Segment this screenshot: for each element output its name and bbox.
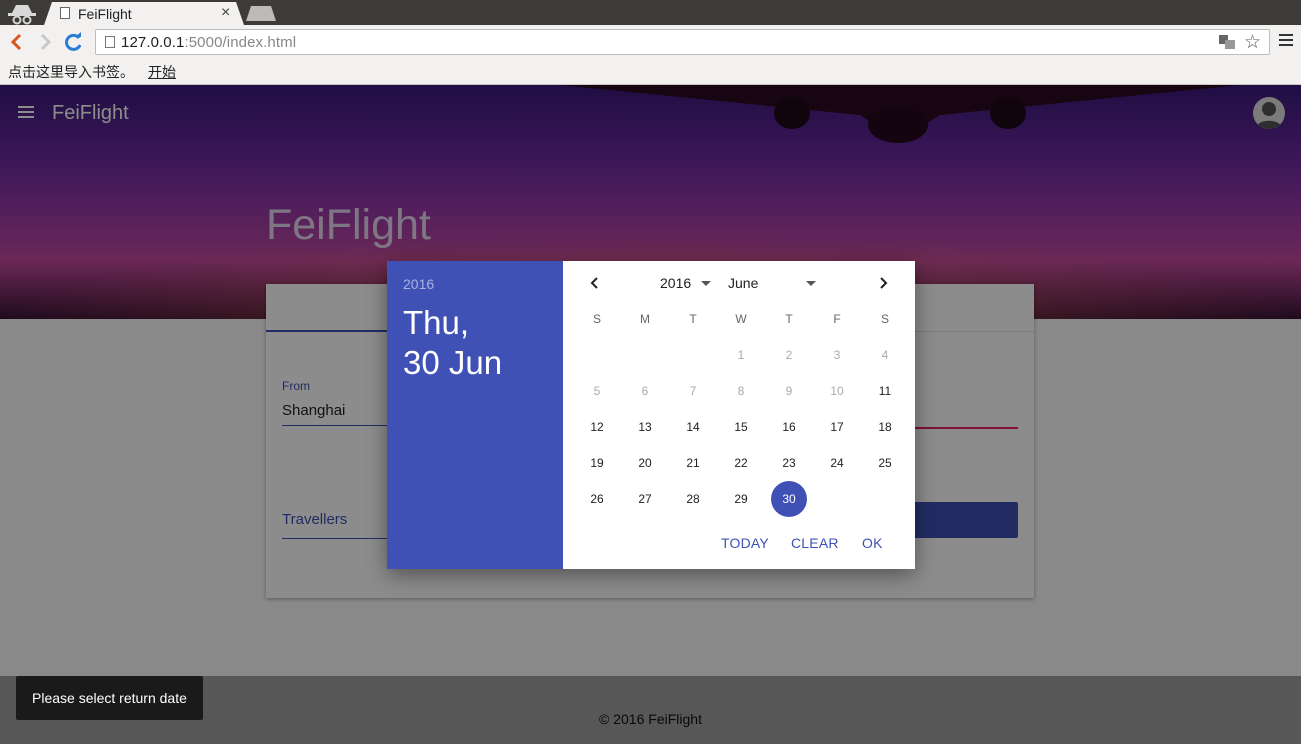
prev-month-icon[interactable]: [587, 273, 603, 293]
calendar-day: 5: [593, 384, 601, 398]
header-year[interactable]: 2016: [403, 276, 434, 292]
browser-toolbar: 127.0.0.1:5000/index.html ☆: [0, 25, 1301, 59]
forward-button[interactable]: [35, 31, 57, 53]
incognito-icon: [8, 5, 36, 25]
calendar-day[interactable]: 27: [627, 481, 663, 517]
calendar: 2016 June TODAY CLEAR OK SMTWTFS12345678…: [563, 261, 915, 569]
calendar-day[interactable]: 25: [867, 445, 903, 481]
clear-button[interactable]: CLEAR: [791, 535, 839, 551]
bookmark-star-icon[interactable]: ☆: [1244, 31, 1261, 54]
calendar-day: 1: [737, 348, 745, 362]
bookmark-start-link[interactable]: 开始: [148, 62, 176, 82]
calendar-day[interactable]: 21: [675, 445, 711, 481]
calendar-day[interactable]: 11: [867, 373, 903, 409]
calendar-day: 3: [833, 348, 841, 362]
date-picker-dialog: 2016 Thu, 30 Jun 2016 June TODAY CLEAR O…: [387, 261, 915, 569]
snackbar: Please select return date: [16, 676, 203, 720]
year-select[interactable]: 2016: [660, 275, 691, 291]
next-month-icon[interactable]: [875, 273, 891, 293]
calendar-day[interactable]: 14: [675, 409, 711, 445]
calendar-day: 8: [737, 384, 745, 398]
year-dropdown-icon[interactable]: [701, 281, 711, 286]
month-dropdown-icon[interactable]: [806, 281, 816, 286]
calendar-day[interactable]: 15: [723, 409, 759, 445]
snackbar-message: Please select return date: [32, 690, 187, 706]
calendar-day: 7: [689, 384, 697, 398]
ok-button[interactable]: OK: [862, 535, 883, 551]
calendar-day: 9: [785, 384, 793, 398]
calendar-day[interactable]: 28: [675, 481, 711, 517]
calendar-day[interactable]: 26: [579, 481, 615, 517]
browser-titlebar: FeiFlight ×: [0, 0, 1301, 25]
calendar-day[interactable]: 19: [579, 445, 615, 481]
calendar-day: 4: [881, 348, 889, 362]
calendar-day[interactable]: 30: [771, 481, 807, 517]
url-text[interactable]: 127.0.0.1:5000/index.html: [121, 34, 296, 51]
weekday-label: S: [592, 312, 601, 326]
bookmark-bar: 点击这里导入书签。 开始: [0, 59, 1301, 85]
tab-close-icon[interactable]: ×: [221, 4, 230, 22]
calendar-day[interactable]: 22: [723, 445, 759, 481]
address-bar[interactable]: 127.0.0.1:5000/index.html ☆: [95, 29, 1270, 55]
calendar-day[interactable]: 16: [771, 409, 807, 445]
weekday-label: F: [833, 312, 841, 326]
browser-tab[interactable]: FeiFlight ×: [44, 2, 244, 25]
back-arrow-icon: [10, 33, 22, 51]
new-tab-button[interactable]: [246, 6, 276, 21]
calendar-day[interactable]: 17: [819, 409, 855, 445]
weekday-label: T: [785, 312, 793, 326]
month-select[interactable]: June: [728, 275, 758, 291]
page-icon: [105, 36, 115, 48]
calendar-day[interactable]: 20: [627, 445, 663, 481]
calendar-day[interactable]: 24: [819, 445, 855, 481]
calendar-day: 10: [830, 384, 844, 398]
url-host: 127.0.0.1: [121, 34, 185, 51]
weekday-label: T: [689, 312, 697, 326]
header-weekday: Thu,: [403, 304, 470, 341]
tab-title: FeiFlight: [78, 6, 132, 22]
header-date: 30 Jun: [403, 344, 503, 381]
calendar-day: 6: [641, 384, 649, 398]
reload-button[interactable]: [63, 31, 85, 53]
calendar-day[interactable]: 13: [627, 409, 663, 445]
calendar-day[interactable]: 18: [867, 409, 903, 445]
date-picker-header: 2016 Thu, 30 Jun: [387, 261, 563, 569]
page: FeiFlight FeiFlight From Shanghai Travel…: [0, 85, 1301, 744]
page-icon: [60, 7, 70, 19]
forward-arrow-icon: [40, 33, 52, 51]
calendar-day[interactable]: 12: [579, 409, 615, 445]
weekday-label: W: [735, 312, 747, 326]
bookmark-prompt: 点击这里导入书签。: [8, 64, 134, 80]
back-button[interactable]: [5, 31, 27, 53]
weekday-label: S: [880, 312, 889, 326]
weekday-label: M: [640, 312, 650, 326]
translate-icon[interactable]: [1219, 35, 1235, 49]
browser-menu-button[interactable]: [1279, 34, 1293, 48]
today-button[interactable]: TODAY: [721, 535, 769, 551]
calendar-day[interactable]: 23: [771, 445, 807, 481]
reload-icon: [65, 32, 82, 51]
calendar-day: 2: [785, 348, 793, 362]
url-path: :5000/index.html: [184, 34, 297, 51]
calendar-day[interactable]: 29: [723, 481, 759, 517]
